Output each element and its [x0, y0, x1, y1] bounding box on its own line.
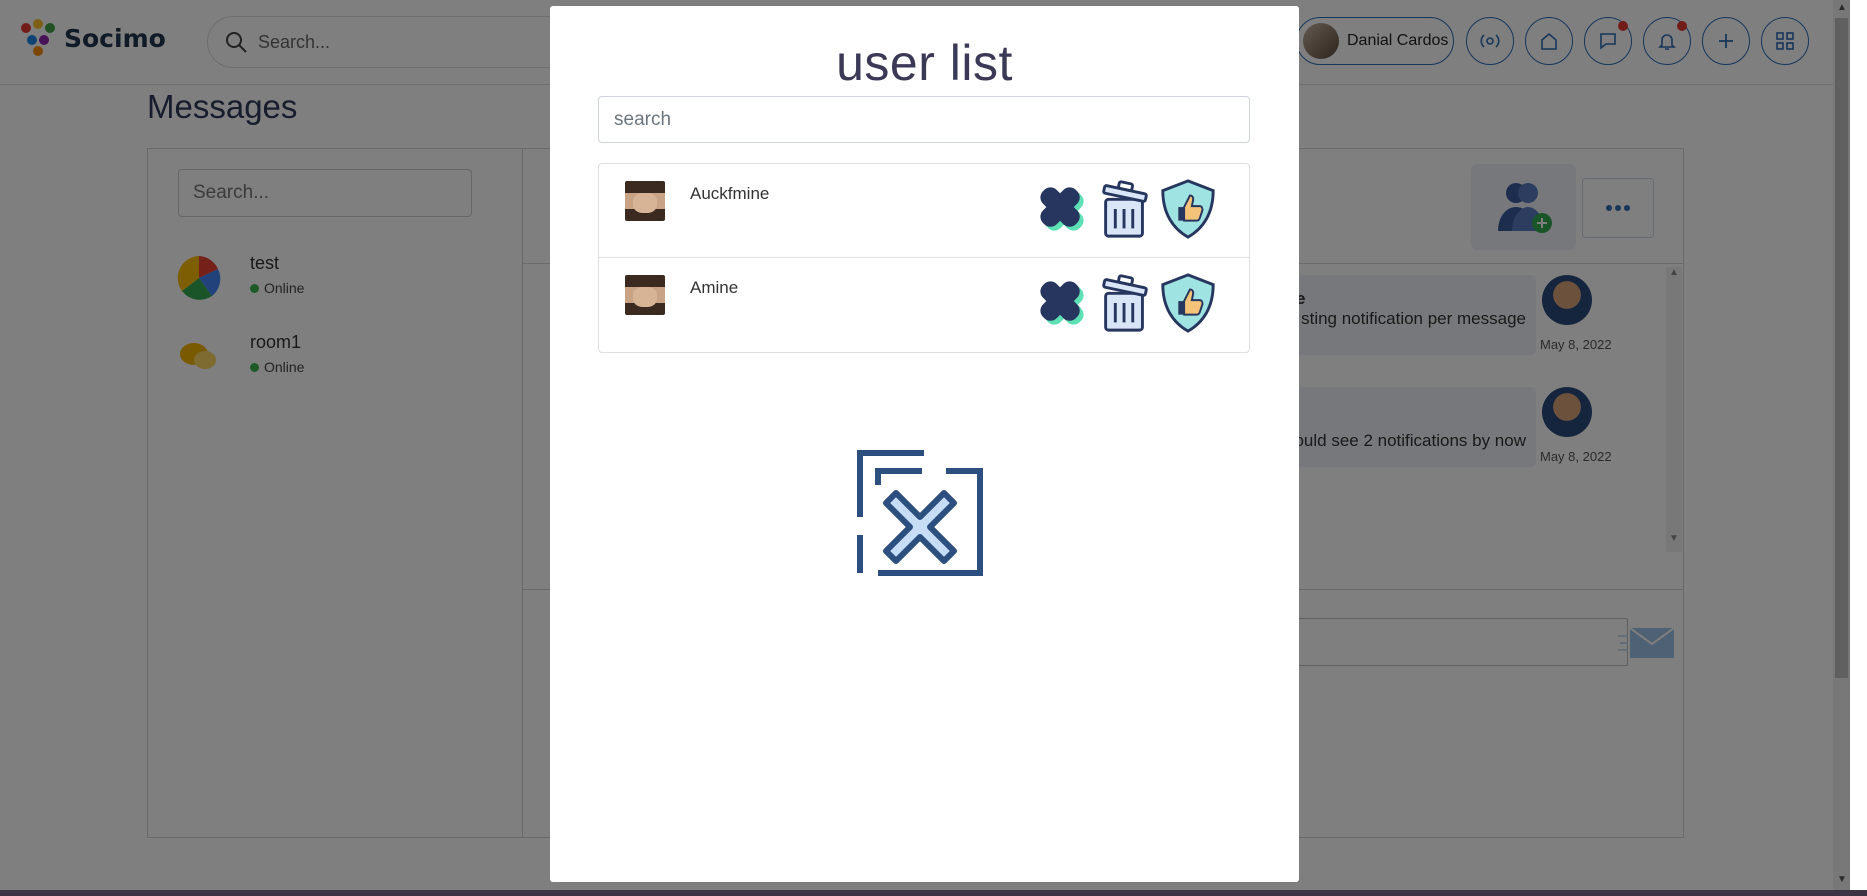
unban-bandage-icon[interactable]	[1031, 178, 1093, 240]
user-list: Auckfmine Amine	[598, 163, 1250, 353]
trash-icon[interactable]	[1094, 178, 1156, 240]
list-item: Amine	[599, 258, 1249, 352]
close-icon[interactable]	[856, 449, 984, 577]
shield-thumbs-up-icon[interactable]	[1157, 178, 1219, 240]
avatar	[625, 275, 665, 315]
taskbar-strip	[0, 890, 1867, 896]
shield-thumbs-up-icon[interactable]	[1157, 272, 1219, 334]
unban-bandage-icon[interactable]	[1031, 272, 1093, 334]
trash-icon[interactable]	[1094, 272, 1156, 334]
user-name: Auckfmine	[690, 184, 770, 203]
avatar	[625, 181, 665, 221]
modal-title: user list	[836, 35, 1013, 91]
list-item: Auckfmine	[599, 164, 1249, 258]
user-name: Amine	[690, 278, 739, 297]
user-search-input[interactable]	[598, 96, 1250, 143]
user-list-modal: user list Auckfmine	[550, 6, 1299, 882]
